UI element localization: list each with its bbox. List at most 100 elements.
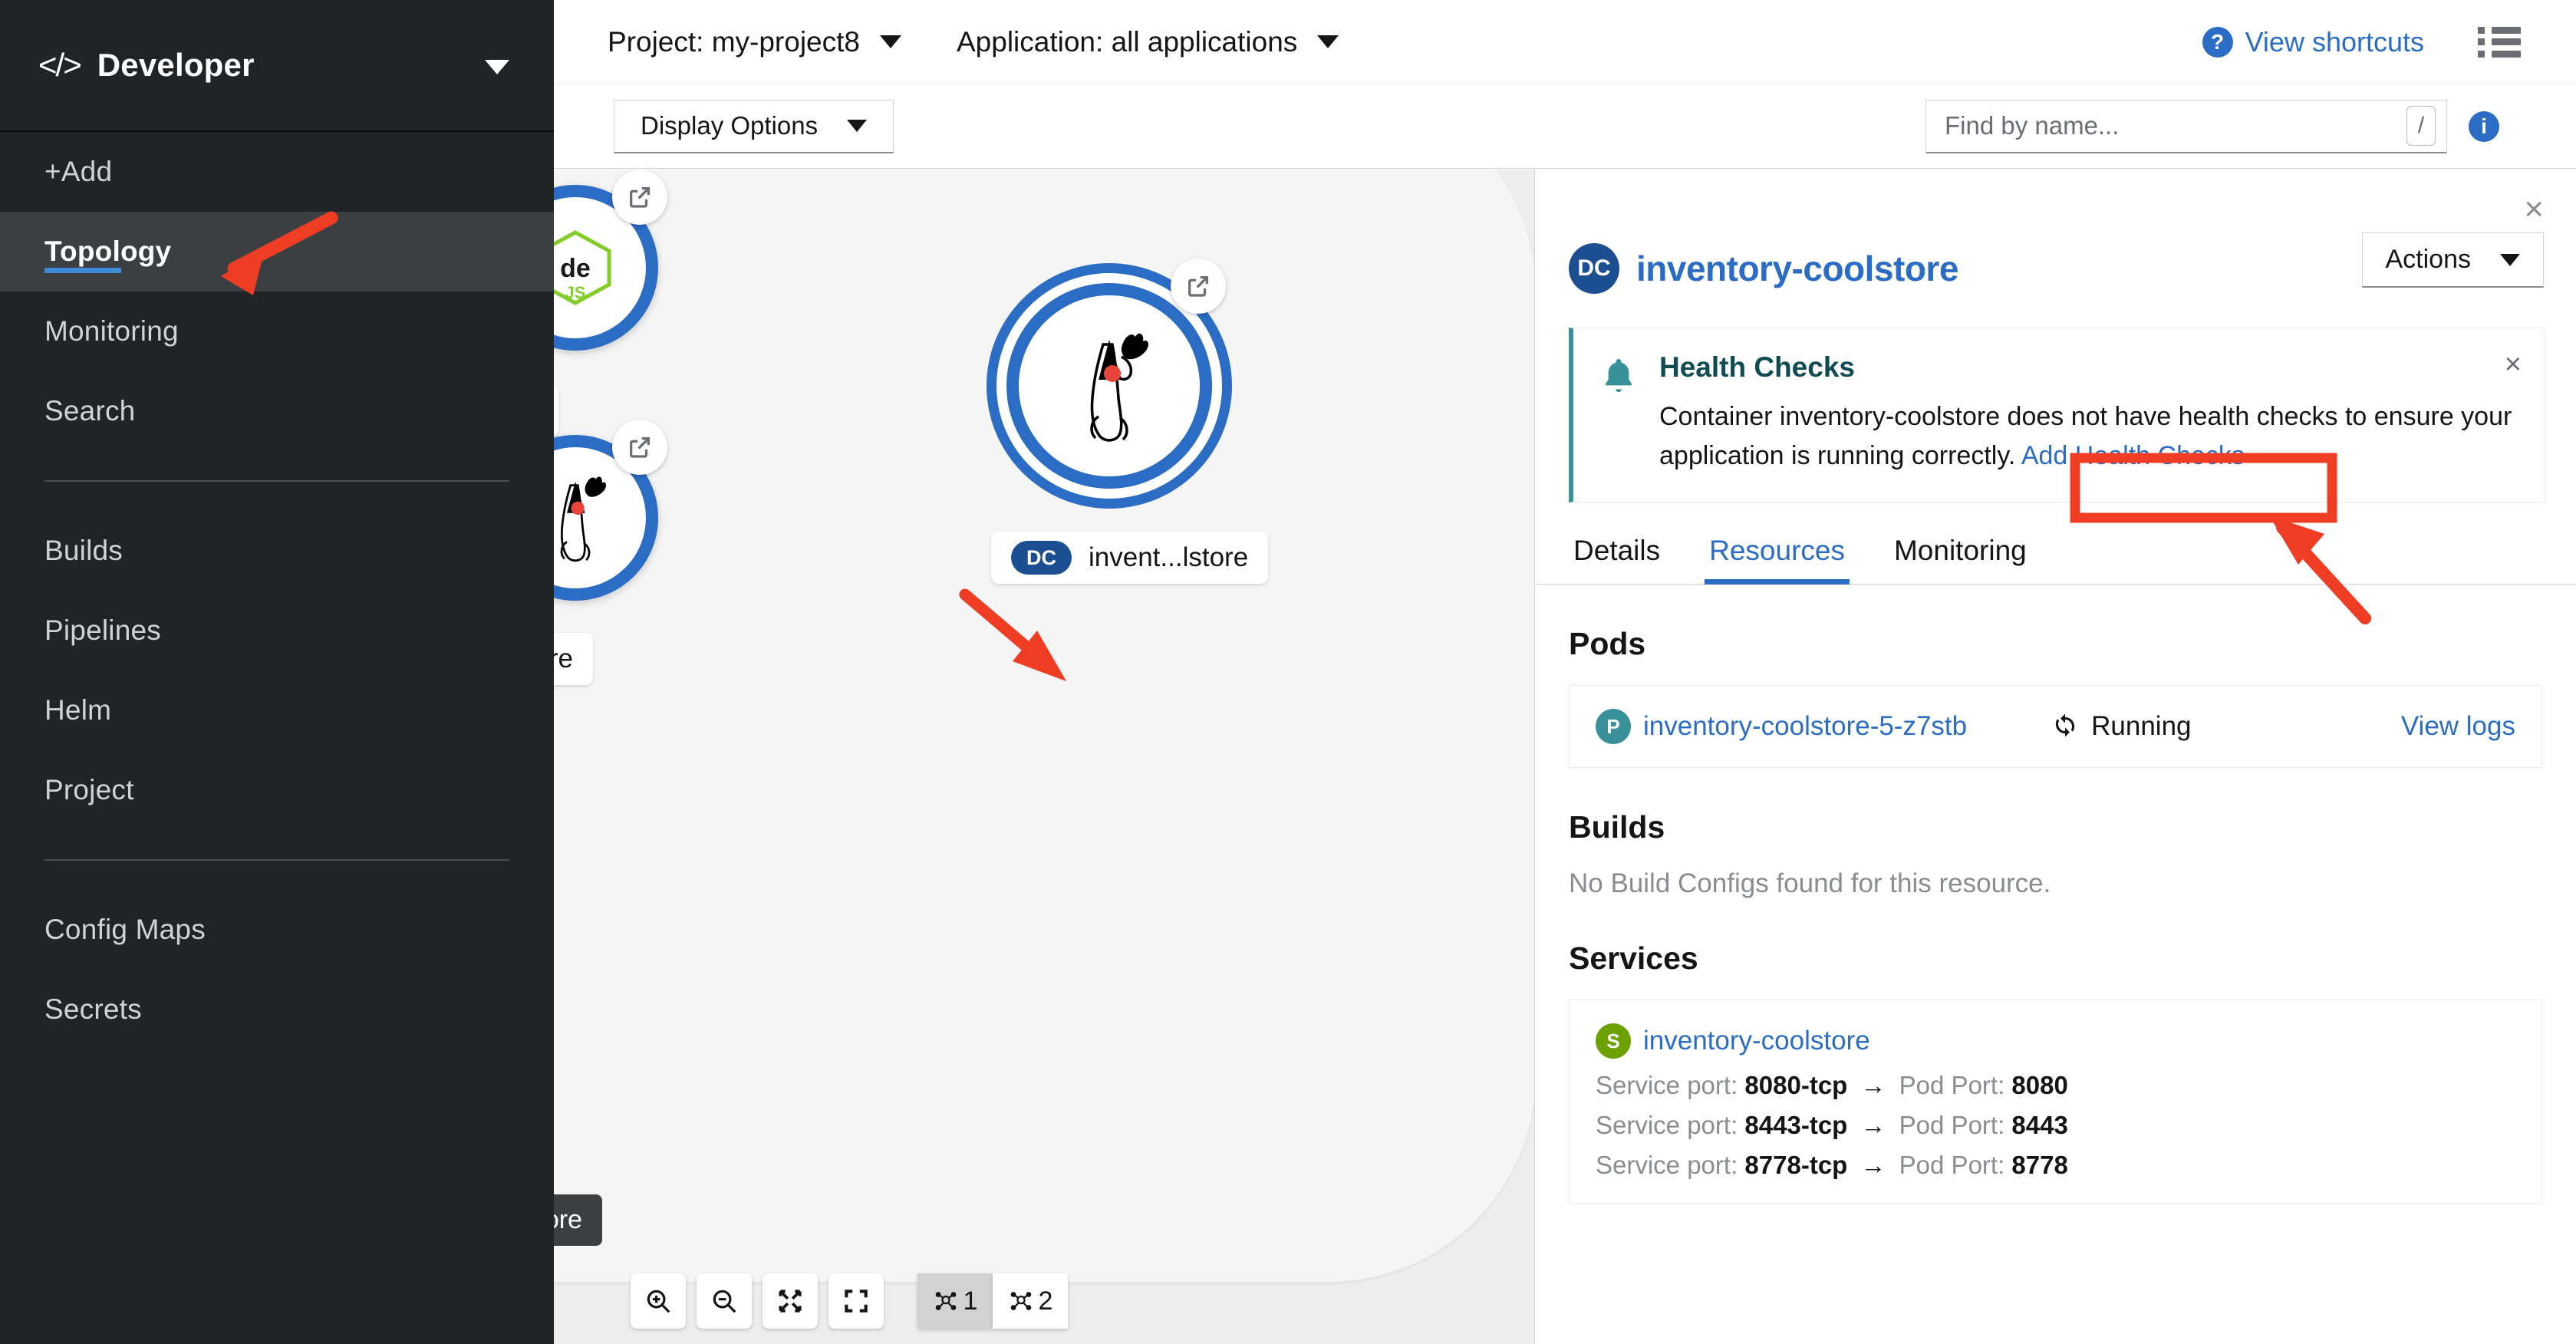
application-selector[interactable]: Application: all applications: [957, 26, 1339, 58]
nodejs-logo-icon: de JS: [554, 230, 611, 305]
sidebar-item-label: +Add: [44, 156, 113, 187]
node-tooltip-text: oolstore: [554, 1205, 582, 1234]
sidebar-item-project[interactable]: Project: [0, 750, 554, 830]
sidebar-item-label: Config Maps: [44, 914, 206, 945]
tab-label: Resources: [1709, 535, 1845, 566]
dc-badge: DC: [1569, 243, 1619, 294]
view-shortcuts-link[interactable]: ? View shortcuts: [2202, 26, 2424, 58]
builds-empty-text: No Build Configs found for this resource…: [1569, 868, 2051, 898]
pods-heading: Pods: [1569, 626, 1646, 661]
arrow-right-icon: →: [1860, 1071, 1886, 1099]
pod-port-label: Pod Port:: [1899, 1071, 2005, 1099]
reset-view-icon[interactable]: [828, 1273, 884, 1329]
sidebar-item-label: Builds: [44, 535, 123, 566]
sidebar-item-label: Helm: [44, 694, 112, 726]
add-health-checks-link[interactable]: Add Health Checks: [2021, 441, 2245, 470]
sidebar: </> Developer +Add Topology Monitoring S…: [0, 0, 554, 1344]
sync-icon: [2051, 713, 2079, 740]
resource-side-panel: × DC inventory-coolstore Actions Health …: [1534, 170, 2576, 1344]
sidebar-item-label: Pipelines: [44, 614, 161, 646]
alert-text: Container inventory-coolstore does not h…: [1659, 397, 2518, 476]
topology-node-nodejs[interactable]: de JS -coolstore: [554, 170, 667, 436]
pod-port-label: Pod Port:: [1899, 1111, 2005, 1139]
topology-node-gateway-coolstore[interactable]: ewa...lstore: [554, 420, 667, 685]
services-heading: Services: [1569, 940, 1698, 976]
sidebar-item-label: Search: [44, 395, 136, 427]
dc-badge: DC: [1011, 541, 1072, 575]
sidebar-item-topology[interactable]: Topology: [0, 212, 554, 292]
sidebar-item-config-maps[interactable]: Config Maps: [0, 890, 554, 970]
external-link-icon[interactable]: [612, 170, 667, 225]
layout-1-button[interactable]: 1: [917, 1273, 993, 1329]
alert-close-icon[interactable]: ×: [2505, 350, 2522, 379]
service-port-line: Service port: 8443-tcp → Pod Port: 8443: [1596, 1111, 2515, 1140]
alert-body: Health Checks Container inventory-coolst…: [1659, 351, 2518, 476]
tab-details[interactable]: Details: [1569, 535, 1665, 584]
topology-node-inventory-coolstore[interactable]: DC invent...lstore: [991, 259, 1269, 584]
service-port-line: Service port: 8778-tcp → Pod Port: 8778: [1596, 1151, 2515, 1180]
search-input[interactable]: [1926, 111, 2356, 140]
view-logs-link[interactable]: View logs: [2401, 711, 2515, 742]
service-row: S inventory-coolstore: [1596, 1023, 2515, 1059]
pod-port-label: Pod Port:: [1899, 1151, 2005, 1179]
node-label-text: invent...lstore: [1089, 542, 1249, 572]
sidebar-item-search[interactable]: Search: [0, 371, 554, 451]
layout-toggle-group: 1 2: [917, 1273, 1068, 1329]
node-label: DC invent...lstore: [991, 532, 1269, 584]
layout-2-button[interactable]: 2: [993, 1273, 1068, 1329]
info-icon[interactable]: i: [2469, 110, 2499, 142]
topology-toolbar: Display Options / i: [554, 84, 2576, 169]
sidebar-item-add[interactable]: +Add: [0, 132, 554, 212]
health-checks-alert: Health Checks Container inventory-coolst…: [1569, 328, 2545, 502]
view-shortcuts-label: View shortcuts: [2245, 25, 2424, 58]
top-toolbar: Project: my-project8 Application: all ap…: [554, 0, 2576, 84]
builds-heading: Builds: [1569, 809, 1665, 845]
bell-icon: [1599, 351, 1639, 476]
svg-text:JS: JS: [565, 283, 586, 302]
sidebar-item-builds[interactable]: Builds: [0, 511, 554, 591]
sidebar-item-label: Project: [44, 774, 134, 805]
sidebar-divider: [44, 480, 509, 482]
pod-name-link[interactable]: inventory-coolstore-5-z7stb: [1643, 711, 1967, 742]
sidebar-nav: +Add Topology Monitoring Search Builds P…: [0, 132, 554, 1049]
list-view-icon[interactable]: [2478, 26, 2521, 58]
find-toolbar-group: / i: [1925, 99, 2499, 153]
external-link-icon[interactable]: [1171, 259, 1226, 314]
arrow-right-icon: →: [1860, 1111, 1886, 1139]
zoom-out-icon[interactable]: [697, 1273, 752, 1329]
sidebar-item-secrets[interactable]: Secrets: [0, 970, 554, 1049]
sidebar-item-label: Monitoring: [44, 315, 179, 347]
service-port-value: 8443-tcp: [1744, 1111, 1848, 1139]
tab-resources[interactable]: Resources: [1705, 535, 1850, 585]
sidebar-divider: [44, 859, 509, 861]
service-name-link[interactable]: inventory-coolstore: [1643, 1026, 1870, 1056]
chevron-down-icon: [485, 60, 509, 74]
chevron-down-icon: [880, 35, 901, 48]
services-card: S inventory-coolstore Service port: 8080…: [1569, 1000, 2542, 1204]
project-selector[interactable]: Project: my-project8: [608, 26, 901, 58]
sidebar-item-monitoring[interactable]: Monitoring: [0, 292, 554, 371]
service-badge: S: [1596, 1023, 1631, 1059]
sidebar-item-helm[interactable]: Helm: [0, 670, 554, 750]
pod-badge: P: [1596, 709, 1631, 744]
service-port-label: Service port:: [1596, 1071, 1738, 1099]
perspective-switcher[interactable]: </> Developer: [0, 0, 554, 132]
search-input-wrapper[interactable]: /: [1925, 99, 2447, 153]
tab-monitoring[interactable]: Monitoring: [1889, 535, 2031, 584]
zoom-in-icon[interactable]: [631, 1273, 686, 1329]
sidebar-item-pipelines[interactable]: Pipelines: [0, 591, 554, 670]
panel-header: DC inventory-coolstore Actions: [1535, 170, 2576, 294]
fit-to-screen-icon[interactable]: [763, 1273, 818, 1329]
alert-title: Health Checks: [1659, 351, 1855, 383]
application-selector-label: Application: all applications: [957, 25, 1298, 58]
code-icon: </>: [38, 47, 82, 83]
project-selector-label: Project: my-project8: [608, 25, 860, 58]
sidebar-item-label: Topology: [44, 236, 172, 267]
actions-button[interactable]: Actions: [2361, 232, 2544, 288]
external-link-icon[interactable]: [612, 420, 667, 475]
tab-label: Monitoring: [1893, 535, 2027, 566]
node-circle-selected[interactable]: [1006, 283, 1212, 489]
display-options-label: Display Options: [641, 111, 819, 140]
topology-controls: 1 2: [631, 1273, 1068, 1329]
display-options-button[interactable]: Display Options: [614, 99, 894, 153]
